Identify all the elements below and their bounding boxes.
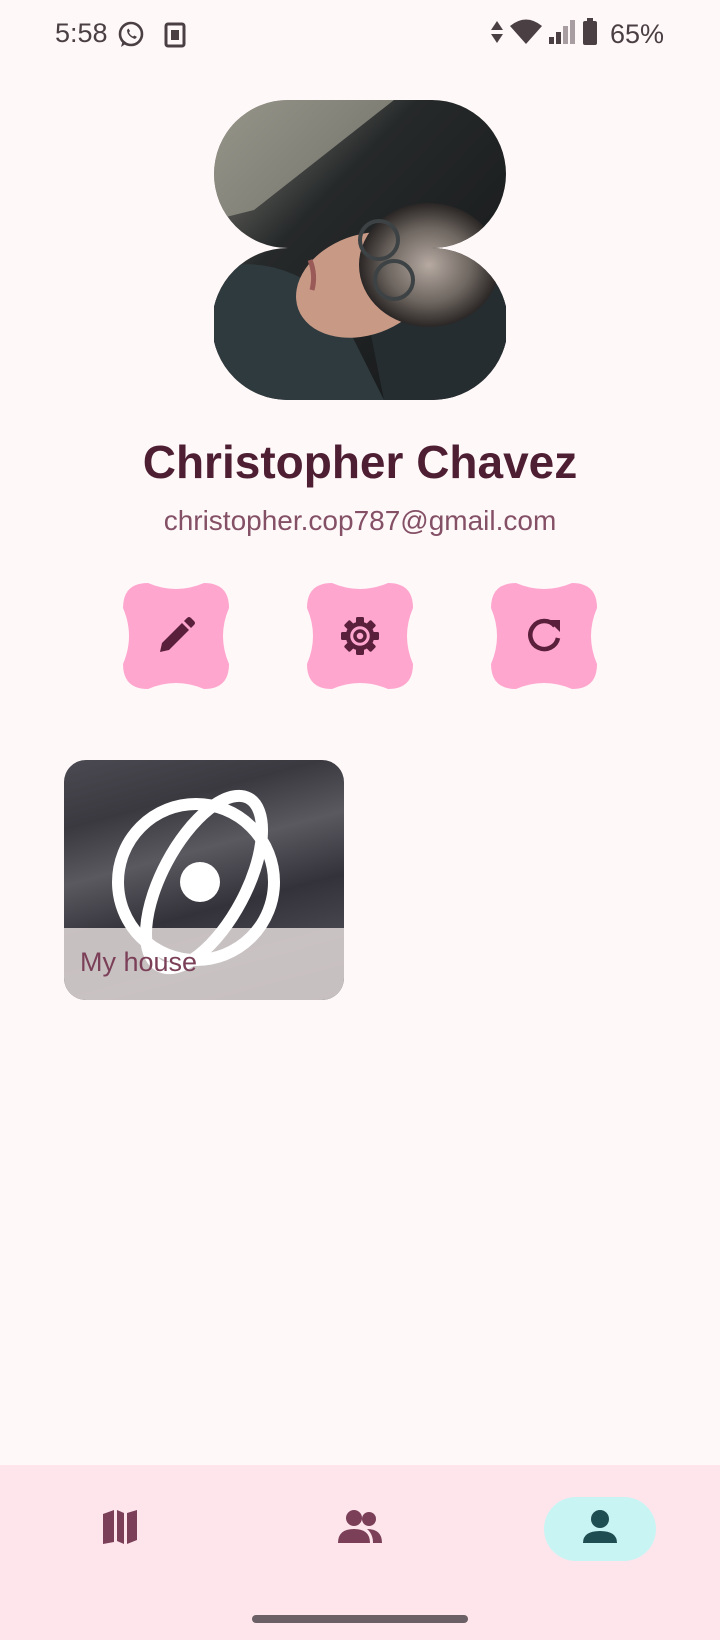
whatsapp-icon [116, 20, 146, 55]
profile-actions [0, 583, 720, 689]
data-arrows-icon [490, 19, 504, 50]
wifi-icon [509, 19, 542, 50]
edit-profile-button[interactable] [123, 583, 229, 689]
status-time: 5:58 [55, 18, 108, 48]
person-icon [582, 1509, 618, 1550]
pencil-icon [156, 616, 196, 656]
avatar[interactable] [214, 100, 506, 400]
profile-screen: 5:58 65% Christopher Chavez christopher.… [0, 0, 720, 1640]
status-bar: 5:58 65% [0, 0, 720, 72]
nav-map[interactable] [80, 1497, 160, 1561]
people-icon [337, 1509, 383, 1550]
sim-card-icon [164, 22, 186, 53]
nav-profile[interactable] [544, 1497, 656, 1561]
battery-percent: 65% [609, 19, 664, 49]
settings-button[interactable] [307, 583, 413, 689]
profile-name: Christopher Chavez [142, 436, 578, 488]
gear-icon [340, 616, 380, 656]
map-icon [101, 1508, 139, 1551]
nav-people[interactable] [320, 1497, 400, 1561]
profile-email: christopher.cop787@gmail.com [163, 505, 557, 536]
cell-signal-icon [548, 19, 576, 50]
battery-icon [582, 18, 598, 51]
bottom-navigation [0, 1465, 720, 1640]
place-card-my-house[interactable]: My house [64, 760, 344, 1000]
refresh-button[interactable] [491, 583, 597, 689]
refresh-icon [524, 616, 564, 656]
place-card-label: My house [80, 947, 198, 977]
home-indicator[interactable] [252, 1615, 468, 1623]
